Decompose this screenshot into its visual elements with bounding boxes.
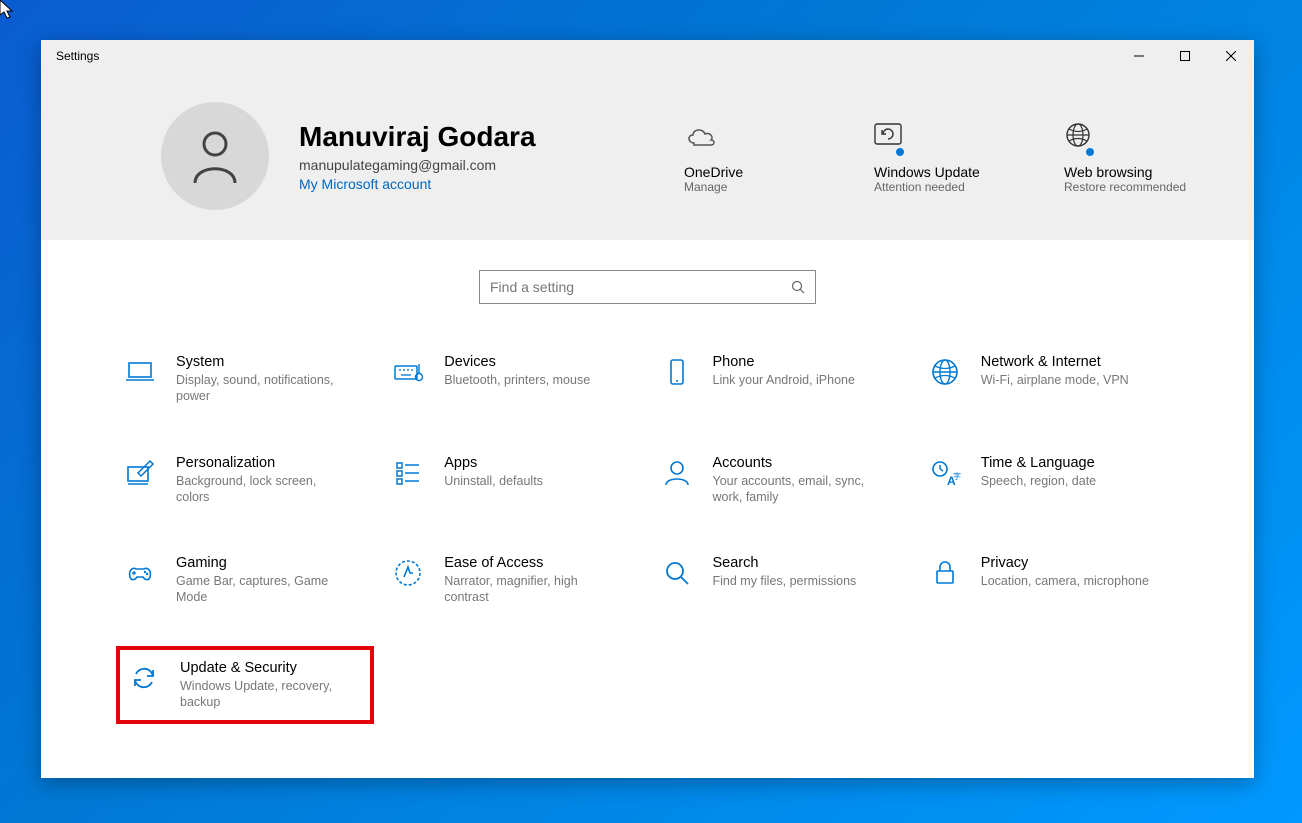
category-title: Time & Language — [981, 455, 1096, 471]
maximize-button[interactable] — [1162, 40, 1208, 72]
user-icon — [190, 129, 240, 184]
globe-icon — [929, 356, 961, 388]
shortcut-sub: Manage — [684, 180, 814, 196]
window-title: Settings — [41, 49, 1116, 63]
category-title: Network & Internet — [981, 354, 1129, 370]
settings-window: Settings Manuviraj Godara manupulategami… — [41, 40, 1254, 778]
category-desc: Wi-Fi, airplane mode, VPN — [981, 372, 1129, 388]
category-title: Search — [713, 555, 857, 571]
category-desc: Find my files, permissions — [713, 573, 857, 589]
close-icon — [1226, 51, 1236, 61]
shortcut-onedrive[interactable]: OneDrive Manage — [684, 116, 814, 196]
lock-icon — [929, 557, 961, 589]
gamepad-icon — [124, 557, 156, 589]
phone-icon — [661, 356, 693, 388]
shortcut-title: OneDrive — [684, 164, 814, 180]
category-title: Privacy — [981, 555, 1149, 571]
update-sync-icon — [128, 662, 160, 694]
category-update-security[interactable]: Update & Security Windows Update, recove… — [116, 646, 374, 725]
category-title: Ease of Access — [444, 555, 614, 571]
titlebar: Settings — [41, 40, 1254, 72]
category-devices[interactable]: Devices Bluetooth, printers, mouse — [384, 344, 642, 415]
magnifier-icon — [661, 557, 693, 589]
shortcut-windows-update[interactable]: Windows Update Attention needed — [874, 116, 1004, 196]
header: Manuviraj Godara manupulategaming@gmail.… — [41, 72, 1254, 240]
category-desc: Display, sound, notifications, power — [176, 372, 346, 405]
category-network[interactable]: Network & Internet Wi-Fi, airplane mode,… — [921, 344, 1179, 415]
user-name: Manuviraj Godara — [299, 120, 654, 154]
category-desc: Your accounts, email, sync, work, family — [713, 473, 883, 506]
category-desc: Game Bar, captures, Game Mode — [176, 573, 346, 606]
category-title: Personalization — [176, 455, 346, 471]
shortcut-web-browsing[interactable]: Web browsing Restore recommended — [1064, 116, 1194, 196]
user-block: Manuviraj Godara manupulategaming@gmail.… — [299, 120, 654, 193]
mouse-cursor-icon — [0, 0, 16, 20]
search-input[interactable] — [490, 279, 791, 295]
status-dot-icon — [1084, 146, 1096, 158]
category-personalization[interactable]: Personalization Background, lock screen,… — [116, 445, 374, 516]
category-desc: Windows Update, recovery, backup — [180, 678, 350, 711]
category-privacy[interactable]: Privacy Location, camera, microphone — [921, 545, 1179, 616]
header-shortcuts: OneDrive Manage Windows Update Attention… — [684, 116, 1194, 196]
laptop-icon — [124, 356, 156, 388]
user-email: manupulategaming@gmail.com — [299, 157, 654, 173]
status-dot-icon — [894, 146, 906, 158]
category-phone[interactable]: Phone Link your Android, iPhone — [653, 344, 911, 415]
search-box[interactable] — [479, 270, 816, 304]
category-desc: Location, camera, microphone — [981, 573, 1149, 589]
category-title: Apps — [444, 455, 543, 471]
ease-of-access-icon — [392, 557, 424, 589]
time-language-icon: A字 — [929, 457, 961, 489]
category-system[interactable]: System Display, sound, notifications, po… — [116, 344, 374, 415]
category-desc: Uninstall, defaults — [444, 473, 543, 489]
category-desc: Background, lock screen, colors — [176, 473, 346, 506]
category-desc: Speech, region, date — [981, 473, 1096, 489]
svg-text:字: 字 — [953, 471, 961, 481]
cloud-icon — [684, 116, 718, 156]
minimize-icon — [1134, 51, 1144, 61]
category-desc: Bluetooth, printers, mouse — [444, 372, 590, 388]
category-title: Phone — [713, 354, 855, 370]
category-title: System — [176, 354, 346, 370]
category-search[interactable]: Search Find my files, permissions — [653, 545, 911, 616]
maximize-icon — [1180, 51, 1190, 61]
keyboard-icon — [392, 356, 424, 388]
shortcut-sub: Restore recommended — [1064, 180, 1194, 196]
shortcut-title: Web browsing — [1064, 164, 1194, 180]
close-button[interactable] — [1208, 40, 1254, 72]
search-icon — [791, 280, 805, 294]
category-desc: Link your Android, iPhone — [713, 372, 855, 388]
category-accounts[interactable]: Accounts Your accounts, email, sync, wor… — [653, 445, 911, 516]
category-grid: System Display, sound, notifications, po… — [41, 324, 1254, 724]
globe-badge-icon — [1064, 116, 1094, 156]
search-row — [41, 240, 1254, 324]
category-title: Devices — [444, 354, 590, 370]
category-time-language[interactable]: A字 Time & Language Speech, region, date — [921, 445, 1179, 516]
category-title: Gaming — [176, 555, 346, 571]
apps-list-icon — [392, 457, 424, 489]
paint-icon — [124, 457, 156, 489]
category-apps[interactable]: Apps Uninstall, defaults — [384, 445, 642, 516]
category-desc: Narrator, magnifier, high contrast — [444, 573, 614, 606]
minimize-button[interactable] — [1116, 40, 1162, 72]
category-ease-of-access[interactable]: Ease of Access Narrator, magnifier, high… — [384, 545, 642, 616]
category-title: Update & Security — [180, 660, 350, 676]
shortcut-sub: Attention needed — [874, 180, 1004, 196]
shortcut-title: Windows Update — [874, 164, 1004, 180]
person-icon — [661, 457, 693, 489]
avatar[interactable] — [161, 102, 269, 210]
category-gaming[interactable]: Gaming Game Bar, captures, Game Mode — [116, 545, 374, 616]
category-title: Accounts — [713, 455, 883, 471]
microsoft-account-link[interactable]: My Microsoft account — [299, 176, 654, 192]
sync-badge-icon — [874, 116, 904, 156]
